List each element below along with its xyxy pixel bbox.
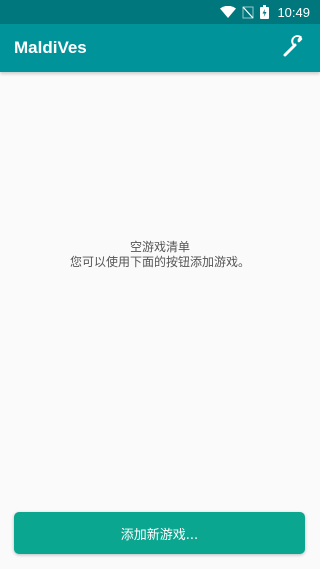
status-icons: 10:49 [220, 5, 310, 20]
empty-state-message: 您可以使用下面的按钮添加游戏。 [69, 255, 250, 269]
app-bar: MaldiVes [0, 24, 320, 72]
wrench-icon [282, 34, 306, 62]
empty-state-title: 空游戏清单 [129, 240, 190, 254]
wifi-icon [220, 6, 237, 18]
status-time: 10:49 [277, 4, 310, 20]
app-title: MaldiVes [14, 38, 87, 57]
battery-charging-icon [260, 5, 270, 19]
empty-state: 空游戏清单 您可以使用下面的按钮添加游戏。 [0, 240, 320, 270]
settings-button[interactable] [280, 34, 308, 62]
status-bar: 10:49 [0, 0, 320, 24]
add-game-button[interactable]: 添加新游戏... [14, 512, 305, 554]
no-signal-icon [242, 6, 254, 19]
